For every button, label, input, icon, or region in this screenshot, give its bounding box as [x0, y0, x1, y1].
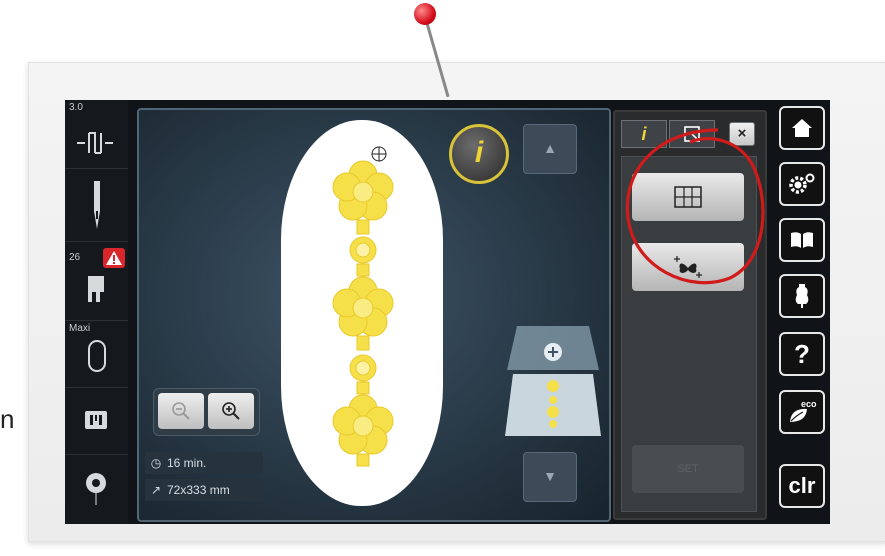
needle-button[interactable]	[65, 169, 128, 242]
duration-readout: ◷ 16 min.	[145, 452, 263, 474]
presser-foot-icon	[88, 276, 104, 302]
clear-button[interactable]: clr	[779, 464, 825, 508]
set-button[interactable]: SET	[632, 445, 744, 493]
zoom-in-icon	[222, 402, 240, 420]
presser-foot-number: 26	[69, 252, 81, 263]
presser-foot-button[interactable]: 26	[65, 242, 128, 321]
settings-button[interactable]	[779, 162, 825, 206]
stitch-plate-icon	[85, 411, 107, 429]
book-icon	[791, 232, 813, 248]
duration-text: 16 min.	[167, 456, 207, 470]
left-toolbar: 3.0 26 Maxi	[65, 100, 128, 524]
home-button[interactable]	[779, 106, 825, 150]
dress-form-icon	[795, 284, 809, 308]
gear-icon	[789, 173, 815, 194]
right-toolbar: ? eco clr	[770, 100, 830, 524]
bobbin-icon	[86, 473, 106, 505]
scroll-down-button[interactable]: ▼	[523, 452, 577, 502]
stitch-plate-button[interactable]	[65, 388, 128, 455]
stitch-width-button[interactable]: 3.0	[65, 100, 128, 169]
zoom-out-button[interactable]	[158, 393, 204, 429]
info-button[interactable]: i	[449, 124, 509, 184]
clock-icon: ◷	[150, 456, 162, 470]
pin-head	[414, 3, 436, 25]
embroidery-motif	[332, 146, 394, 467]
hoop-label: Maxi	[69, 323, 91, 334]
eco-leaf-icon: eco	[790, 399, 817, 422]
resize-icon: ↗	[150, 483, 162, 497]
home-icon	[792, 119, 812, 137]
stitch-width-icon	[77, 132, 113, 154]
layer-stack-preview[interactable]	[503, 326, 603, 446]
dimensions-text: 72x333 mm	[167, 483, 230, 497]
zoom-in-button[interactable]	[208, 393, 254, 429]
hoop-button[interactable]: Maxi	[65, 321, 128, 388]
eco-label: eco	[801, 399, 817, 409]
zoom-out-icon	[172, 402, 190, 420]
hoop-icon	[88, 340, 106, 372]
stitch-width-value: 3.0	[69, 102, 83, 113]
help-button[interactable]: ?	[779, 332, 825, 376]
tutorial-button[interactable]	[779, 218, 825, 262]
bobbin-button[interactable]	[65, 455, 128, 523]
dimensions-readout: ↗ 72x333 mm	[145, 479, 263, 501]
stray-letter: n	[0, 404, 15, 434]
warning-icon	[103, 248, 125, 268]
red-annotation-circle	[625, 128, 765, 285]
zoom-panel	[153, 388, 260, 436]
consultant-button[interactable]	[779, 274, 825, 318]
eco-button[interactable]: eco	[779, 390, 825, 434]
scroll-up-button[interactable]: ▲	[523, 124, 577, 174]
needle-icon	[94, 181, 100, 229]
